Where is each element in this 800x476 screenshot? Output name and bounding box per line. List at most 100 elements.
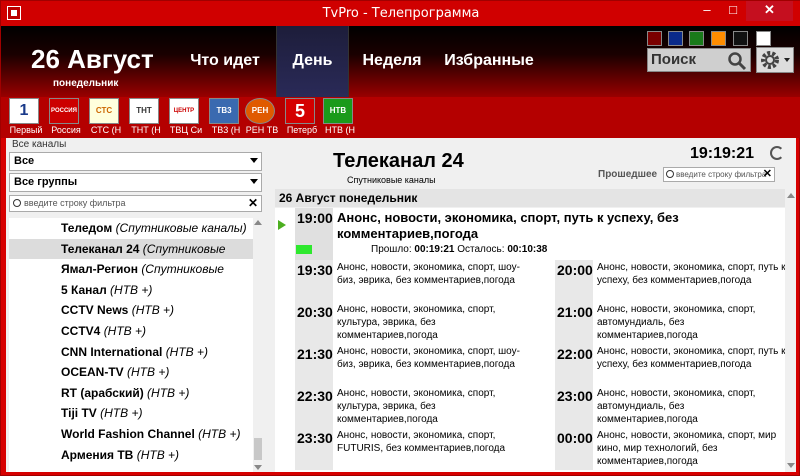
schedule-item[interactable]: 19:30 Анонс, новости, экономика, спорт, ш…: [275, 260, 525, 302]
list-item[interactable]: Телеканал 24 (Спутниковые: [9, 238, 253, 260]
schedule-item[interactable]: 21:00 Анонс, новости, экономика, спорт, а…: [535, 302, 785, 344]
channel-bar: 1 Первый РОССИЯ 1 Россия СТС СТС (Н ТНТ …: [1, 97, 800, 138]
channel-name: CNN International: [61, 344, 163, 359]
program-title: Анонс, новости, экономика, спорт, путь к…: [597, 262, 785, 286]
channel-group: (НТВ +): [198, 426, 241, 441]
list-item[interactable]: 5 Канал (НТВ +): [9, 280, 253, 301]
list-item[interactable]: CNN International (НТВ +): [9, 342, 253, 363]
channel-name: OCEAN-TV: [61, 365, 124, 380]
list-item[interactable]: CCTV4 (НТВ +): [9, 321, 253, 342]
list-item[interactable]: Теледом (Спутниковые каналы): [9, 218, 253, 239]
window-title: TvPro - Телепрограмма: [322, 6, 480, 21]
list-item[interactable]: RT (арабский) (НТВ +): [9, 383, 253, 404]
channel-group-label: Спутниковые каналы: [347, 175, 436, 185]
settings-button[interactable]: [756, 47, 794, 73]
program-title: Анонс, новости, экономика, спорт, культу…: [337, 388, 496, 425]
tab-day[interactable]: День: [276, 26, 349, 97]
title-bar: TvPro - Телепрограмма – □ ✕: [1, 1, 800, 26]
progress-bar: [296, 245, 321, 254]
search-button[interactable]: Поиск: [647, 48, 751, 72]
channel-list-scrollbar[interactable]: [253, 218, 263, 472]
program-time: 23:30: [295, 428, 333, 470]
clear-icon[interactable]: ✕: [763, 168, 772, 180]
scroll-up-icon[interactable]: [254, 220, 262, 225]
schedule-item[interactable]: 21:30 Анонс, новости, экономика, спорт, ш…: [275, 344, 525, 386]
schedule-item[interactable]: 23:30 Анонс, новости, экономика, спорт, F…: [275, 428, 525, 470]
list-item[interactable]: World Fashion Channel (НТВ +): [9, 424, 253, 445]
channel-ren-tv[interactable]: РЕН РЕН ТВ: [241, 98, 281, 136]
group-filter-select[interactable]: Все группы: [9, 173, 262, 192]
maximize-button[interactable]: □: [720, 1, 746, 21]
program-time: 21:00: [555, 302, 593, 344]
channel-list: Теледом (Спутниковые каналы) Телеканал 2…: [9, 218, 253, 472]
channel-label: НТВ (Н: [325, 125, 355, 135]
channel-search-input[interactable]: введите строку фильтра ✕: [9, 195, 262, 212]
channel-label: Россия: [51, 125, 81, 135]
channel-group: (Спутниковые каналы): [115, 221, 247, 235]
channel-tnt[interactable]: ТНТ ТНТ (Н: [125, 98, 165, 136]
schedule-scrollbar[interactable]: [785, 189, 796, 472]
channel-tv3[interactable]: ТВ3 ТВ3 (Н: [205, 98, 245, 136]
channel-name: Tiji TV: [61, 406, 97, 421]
program-title: Анонс, новости, экономика, спорт, шоу-би…: [337, 262, 520, 286]
channel-logo: НТВ: [323, 98, 353, 124]
program-title: Анонс, новости, экономика, спорт, шоу-би…: [337, 346, 520, 370]
color-swatch-orange[interactable]: [711, 31, 726, 46]
schedule-item[interactable]: 22:30 Анонс, новости, экономика, спорт, к…: [275, 386, 525, 428]
program-time: 22:30: [295, 386, 333, 428]
past-toggle[interactable]: Прошедшее: [598, 169, 657, 180]
minimize-button[interactable]: –: [694, 1, 720, 21]
progress-fill: [296, 245, 313, 254]
schedule-search-input[interactable]: введите строку фильтра ✕: [663, 167, 775, 182]
channel-logo: ТНТ: [129, 98, 159, 124]
schedule-item[interactable]: 23:00 Анонс, новости, экономика, спорт, а…: [535, 386, 785, 428]
scroll-down-icon[interactable]: [254, 465, 262, 470]
refresh-icon[interactable]: [770, 146, 784, 160]
channel-pervy[interactable]: 1 Первый: [5, 98, 45, 136]
channel-filter-select[interactable]: Все: [9, 152, 262, 171]
current-weekday: понедельник: [53, 78, 119, 89]
list-item[interactable]: OCEAN-TV (НТВ +): [9, 362, 253, 383]
list-item[interactable]: Ямал-Регион (Спутниковые: [9, 259, 253, 280]
channel-rossiya[interactable]: РОССИЯ 1 Россия: [45, 98, 85, 136]
color-swatch-green[interactable]: [689, 31, 704, 46]
tab-favorites[interactable]: Избранные: [437, 26, 541, 97]
channel-tvc[interactable]: ЦЕНТР ТВЦ Си: [165, 98, 205, 136]
color-swatch-black[interactable]: [733, 31, 748, 46]
schedule-item[interactable]: 00:00 Анонс, новости, экономика, спорт, м…: [535, 428, 785, 470]
channel-name: Телеканал 24: [61, 241, 140, 256]
group-filter-value: Все группы: [14, 176, 78, 188]
tab-now-playing[interactable]: Что идет: [177, 26, 273, 97]
channel-peterburg[interactable]: 5 Петерб: [281, 98, 321, 136]
schedule-item[interactable]: 20:00 Анонс, новости, экономика, спорт, п…: [535, 260, 785, 302]
tab-week[interactable]: Неделя: [353, 26, 431, 97]
close-button[interactable]: ✕: [746, 1, 793, 21]
schedule-item[interactable]: 20:30 Анонс, новости, экономика, спорт, к…: [275, 302, 525, 344]
channel-group: (НТВ +): [100, 406, 143, 421]
program-title: Анонс, новости, экономика, спорт, автому…: [597, 304, 756, 341]
scrollbar-thumb[interactable]: [254, 438, 262, 460]
channel-logo: РОССИЯ 1: [49, 98, 79, 124]
header: 26 Август понедельник Что идет День Неде…: [1, 26, 800, 97]
channel-group: (НТВ +): [110, 282, 153, 297]
color-swatch-blue[interactable]: [668, 31, 683, 46]
list-item[interactable]: CCTV News (НТВ +): [9, 300, 253, 321]
passed-value: 00:19:21: [414, 244, 455, 255]
program-time: 20:00: [555, 260, 593, 302]
list-item[interactable]: Tiji TV (НТВ +): [9, 403, 253, 424]
current-program[interactable]: 19:00 Анонс, новости, экономика, спорт, …: [275, 208, 785, 260]
channel-label: ТВЦ Си: [169, 125, 203, 135]
scroll-up-icon[interactable]: [787, 193, 795, 198]
scroll-down-icon[interactable]: [787, 463, 795, 468]
chevron-down-icon: [250, 158, 258, 163]
color-swatch-white[interactable]: [756, 31, 771, 46]
channel-ntv[interactable]: НТВ НТВ (Н: [319, 98, 359, 136]
channel-search-placeholder: введите строку фильтра: [24, 198, 126, 208]
color-swatch-dark-red[interactable]: [647, 31, 662, 46]
clear-icon[interactable]: ✕: [248, 196, 258, 210]
channel-group: (НТВ +): [147, 385, 190, 400]
channel-logo: ТВ3: [209, 98, 239, 124]
list-item[interactable]: Армения ТВ (НТВ +): [9, 445, 253, 466]
schedule-item[interactable]: 22:00 Анонс, новости, экономика, спорт, п…: [535, 344, 785, 386]
channel-sts[interactable]: СТС СТС (Н: [85, 98, 125, 136]
